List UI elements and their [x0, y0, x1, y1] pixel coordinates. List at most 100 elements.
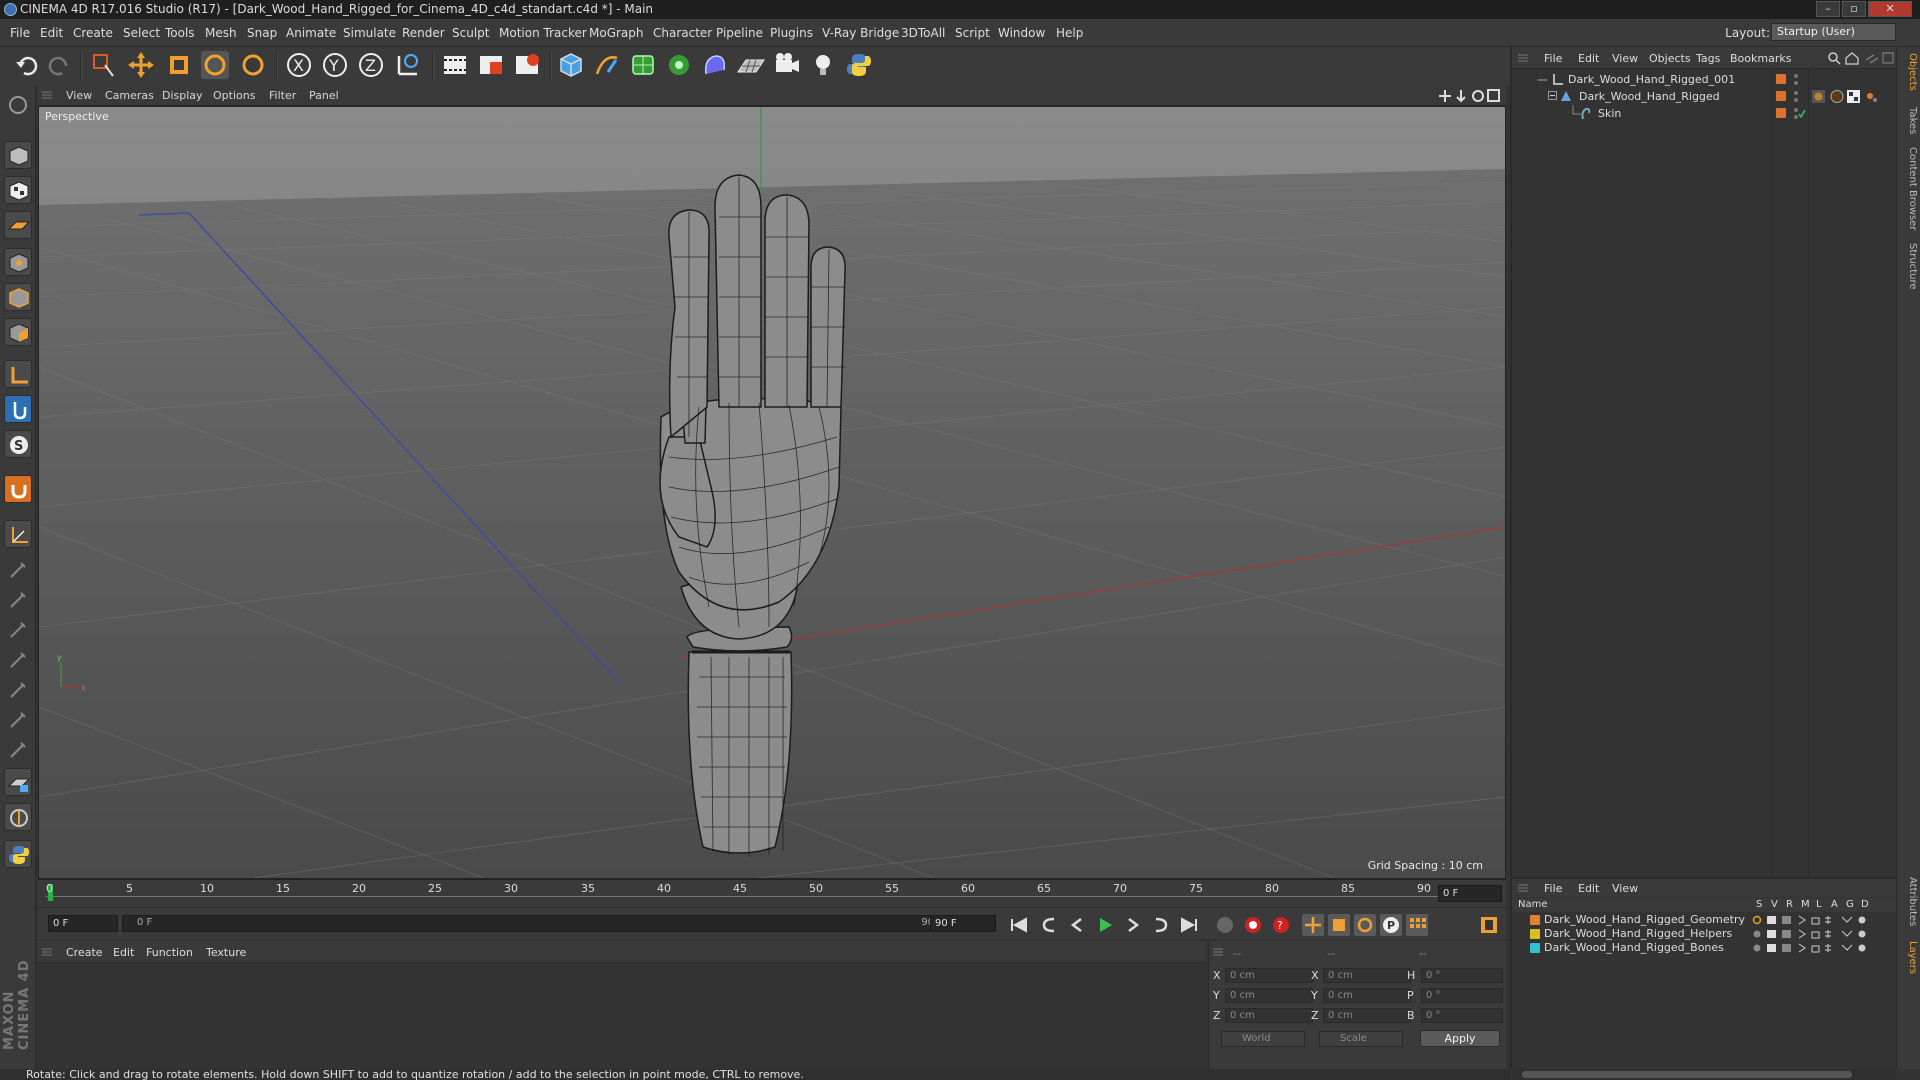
magnet-icon[interactable] — [4, 475, 32, 503]
maximize-button[interactable]: ▫ — [1842, 1, 1866, 17]
menu-mesh[interactable]: Mesh — [205, 26, 237, 40]
edges-mode-icon[interactable] — [4, 283, 32, 311]
subdivision-icon[interactable] — [628, 50, 658, 80]
brush-tool-3-icon[interactable] — [4, 615, 32, 643]
layer-row-geometry[interactable]: Dark_Wood_Hand_Rigged_Geometry — [1512, 913, 1898, 927]
tweak-mode-icon[interactable] — [4, 395, 32, 423]
size-x-field[interactable]: 0 cm — [1323, 968, 1411, 983]
key-rotation-icon[interactable] — [1354, 914, 1376, 936]
om-menu-objects[interactable]: Objects — [1649, 52, 1691, 65]
menu-create[interactable]: Create — [73, 26, 113, 40]
tab-takes[interactable]: Takes — [1900, 107, 1918, 134]
om-menu-edit[interactable]: Edit — [1578, 52, 1599, 65]
om-menu-bookmarks[interactable]: Bookmarks — [1730, 52, 1791, 65]
viewport-menu-display[interactable]: Display — [162, 89, 203, 102]
brush-tool-6-icon[interactable] — [4, 705, 32, 733]
menu-tools[interactable]: Tools — [165, 26, 195, 40]
undo-icon[interactable] — [12, 50, 42, 80]
menu-select[interactable]: Select — [123, 26, 160, 40]
autokeying-icon[interactable] — [1242, 914, 1264, 936]
viewport-menu-panel[interactable]: Panel — [309, 89, 339, 102]
layer-toggle-icons[interactable] — [1752, 914, 1892, 926]
cloner-icon[interactable] — [664, 50, 694, 80]
perspective-viewport[interactable]: Perspective Grid Spacing : 10 cm y x — [38, 106, 1506, 879]
brush-tool-4-icon[interactable] — [4, 645, 32, 673]
record-keys-icon[interactable] — [1214, 914, 1236, 936]
collapse-icon[interactable] — [1538, 75, 1548, 85]
object-row-skin[interactable]: Skin — [1512, 105, 1898, 122]
coordinate-space-select[interactable]: World — [1221, 1031, 1305, 1047]
brush-tool-2-icon[interactable] — [4, 585, 32, 613]
viewport-menu-cameras[interactable]: Cameras — [105, 89, 154, 102]
close-button[interactable]: ✕ — [1868, 1, 1912, 17]
menu-vray-bridge[interactable]: V-Ray Bridge — [822, 26, 899, 40]
viewport-navigation-icons[interactable] — [1438, 88, 1502, 104]
light-icon[interactable] — [808, 50, 838, 80]
go-to-start-icon[interactable] — [1008, 914, 1030, 936]
snapping-icon[interactable]: S — [4, 430, 32, 458]
horizontal-scrollbar[interactable] — [1512, 1069, 1896, 1080]
layer-toggle-icons[interactable] — [1752, 928, 1892, 940]
collapse-icon[interactable] — [1548, 91, 1558, 101]
menu-plugins[interactable]: Plugins — [770, 26, 813, 40]
layer-color-swatch[interactable] — [1776, 108, 1786, 118]
brush-tool-1-icon[interactable] — [4, 555, 32, 583]
tab-layers[interactable]: Layers — [1900, 941, 1918, 974]
render-picture-viewer-icon[interactable] — [476, 50, 506, 80]
x-axis-icon[interactable]: X — [284, 50, 314, 80]
keyframe-selection-icon[interactable]: ? — [1270, 914, 1292, 936]
visibility-dots-icon[interactable] — [1792, 73, 1800, 86]
python-icon[interactable] — [844, 50, 874, 80]
render-view-icon[interactable] — [440, 50, 470, 80]
om-menu-tags[interactable]: Tags — [1696, 52, 1720, 65]
menu-character[interactable]: Character — [653, 26, 712, 40]
menu-render[interactable]: Render — [402, 26, 445, 40]
layer-color-swatch[interactable] — [1776, 74, 1786, 84]
scale-icon[interactable] — [164, 50, 194, 80]
key-pla-icon[interactable] — [1406, 914, 1428, 936]
render-settings-icon[interactable] — [512, 50, 542, 80]
polygons-mode-icon[interactable] — [4, 318, 32, 346]
tab-structure[interactable]: Structure — [1900, 243, 1918, 290]
om-menu-file[interactable]: File — [1544, 52, 1562, 65]
go-to-end-icon[interactable] — [1178, 914, 1200, 936]
visibility-dots-icon[interactable] — [1792, 90, 1800, 103]
position-x-field[interactable]: 0 cm — [1225, 968, 1313, 983]
lm-menu-view[interactable]: View — [1612, 882, 1638, 895]
om-search-home-icons[interactable] — [1828, 51, 1894, 65]
menu-simulate[interactable]: Simulate — [343, 26, 396, 40]
points-mode-icon[interactable] — [4, 248, 32, 276]
object-row-root[interactable]: Dark_Wood_Hand_Rigged_001 — [1512, 71, 1898, 88]
rotation-h-field[interactable]: 0 ° — [1421, 968, 1503, 983]
menu-edit[interactable]: Edit — [40, 26, 63, 40]
make-editable-icon[interactable] — [4, 91, 32, 119]
size-mode-select[interactable]: Scale — [1319, 1031, 1403, 1047]
object-row-rigged[interactable]: Dark_Wood_Hand_Rigged — [1512, 88, 1898, 105]
rotation-b-field[interactable]: 0 ° — [1421, 1008, 1503, 1023]
menu-sculpt[interactable]: Sculpt — [452, 26, 489, 40]
layer-toggle-icons[interactable] — [1752, 942, 1892, 954]
menu-window[interactable]: Window — [998, 26, 1045, 40]
om-menu-view[interactable]: View — [1612, 52, 1638, 65]
model-mode-icon[interactable] — [4, 141, 32, 169]
layer-row-bones[interactable]: Dark_Wood_Hand_Rigged_Bones — [1512, 941, 1898, 955]
material-menu-texture[interactable]: Texture — [206, 946, 246, 959]
key-parameter-icon[interactable]: P — [1380, 914, 1402, 936]
menu-file[interactable]: File — [10, 26, 30, 40]
redo-icon[interactable] — [44, 50, 74, 80]
position-y-field[interactable]: 0 cm — [1225, 988, 1313, 1003]
position-z-field[interactable]: 0 cm — [1225, 1008, 1313, 1023]
tab-content-browser[interactable]: Content Browser — [1900, 147, 1918, 230]
menu-pipeline[interactable]: Pipeline — [716, 26, 763, 40]
camera-icon[interactable] — [772, 50, 802, 80]
texture-mode-icon[interactable] — [4, 176, 32, 204]
floor-icon[interactable] — [736, 50, 766, 80]
coordinate-system-icon[interactable] — [392, 50, 422, 80]
deformer-icon[interactable] — [700, 50, 730, 80]
lm-menu-file[interactable]: File — [1544, 882, 1562, 895]
previous-frame-icon[interactable] — [1066, 914, 1088, 936]
start-frame-field[interactable]: 0 F — [48, 915, 118, 932]
rotation-p-field[interactable]: 0 ° — [1421, 988, 1503, 1003]
brush-tool-7-icon[interactable] — [4, 735, 32, 763]
menu-animate[interactable]: Animate — [286, 26, 336, 40]
